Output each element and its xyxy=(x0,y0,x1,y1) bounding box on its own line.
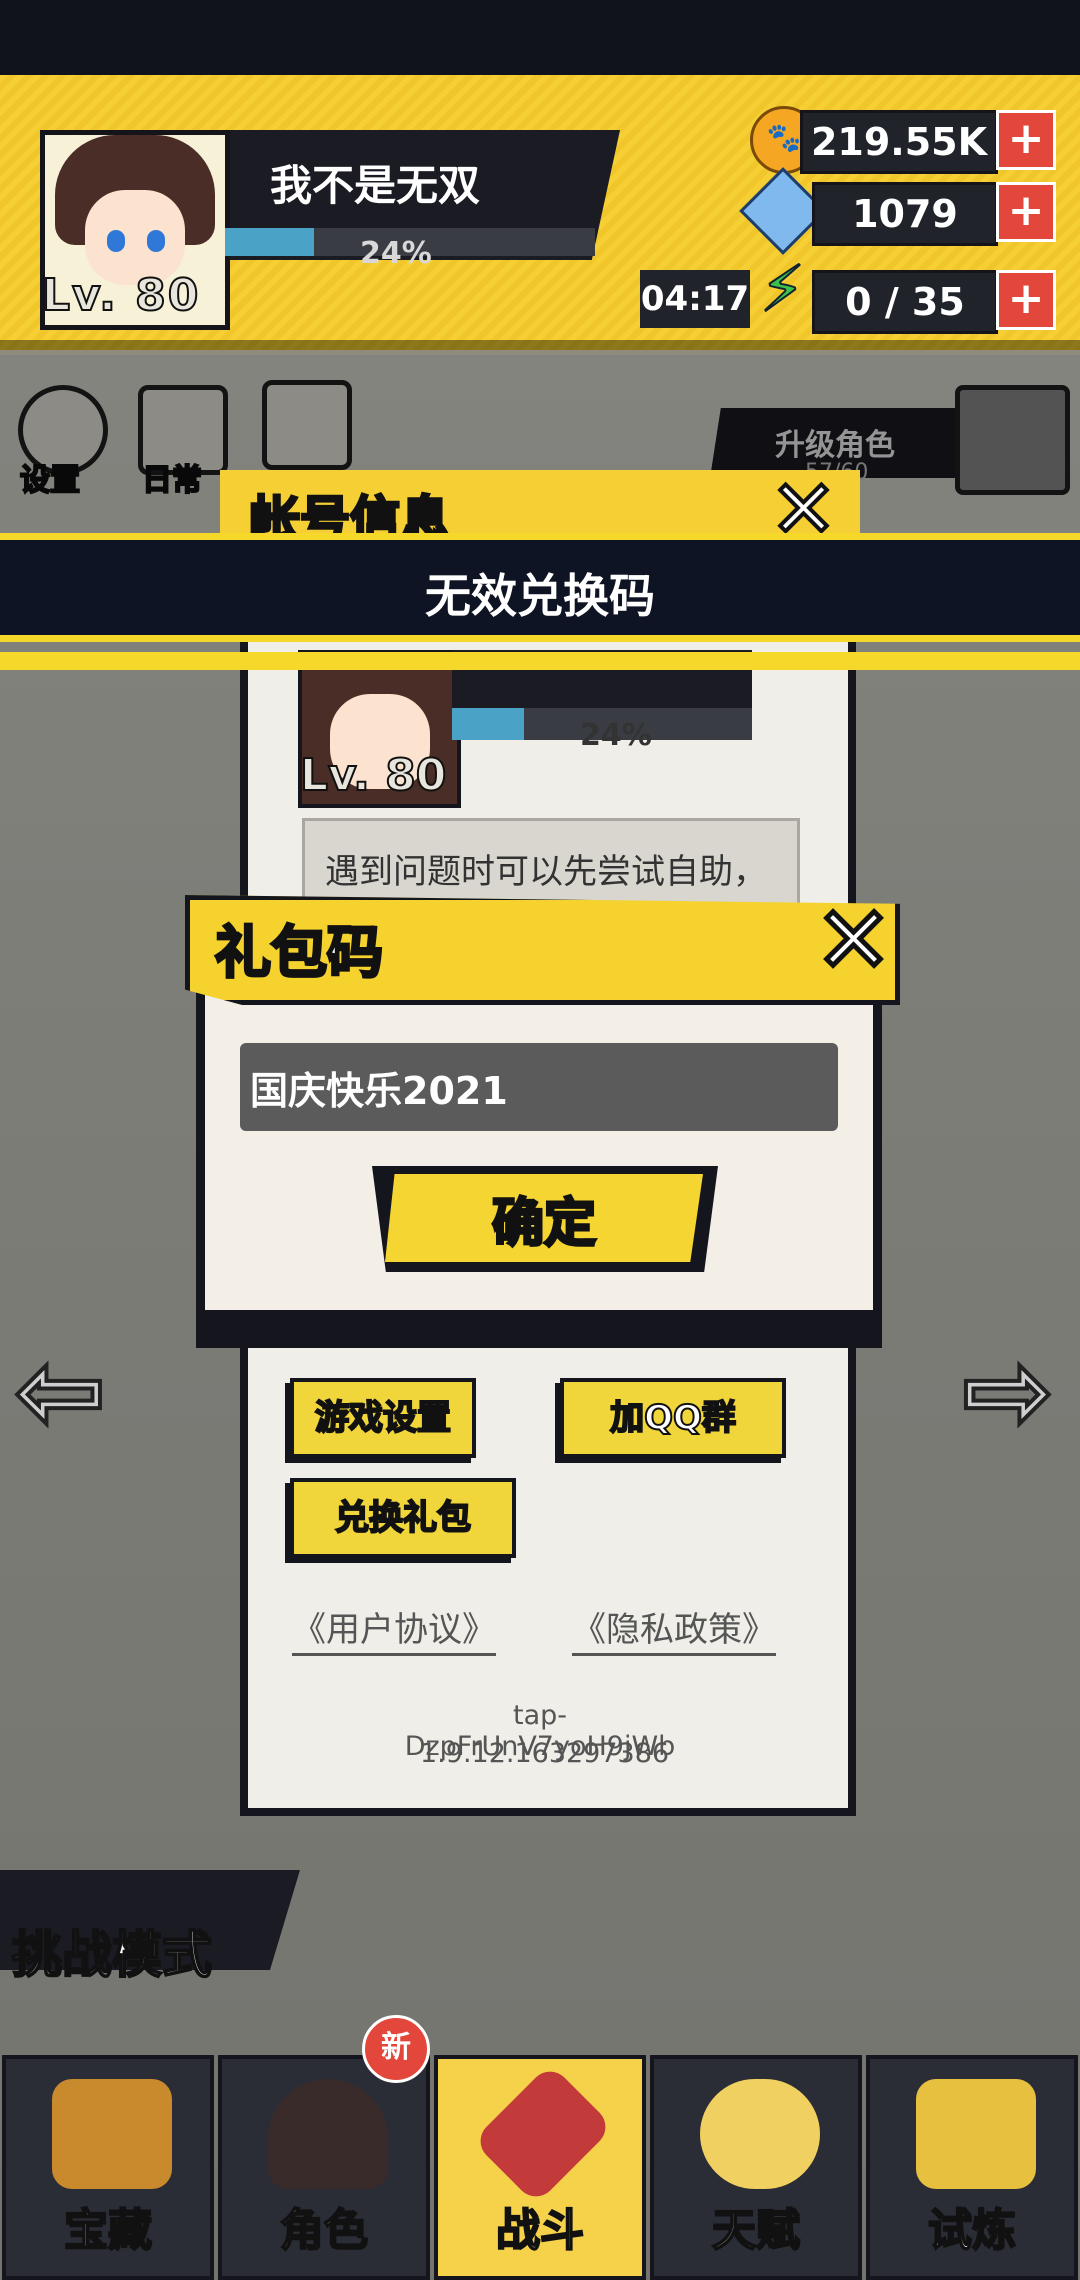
xp-percent: 24% xyxy=(360,236,432,271)
new-badge: 新 xyxy=(362,2015,430,2083)
stamina-value: 0 / 35 xyxy=(845,280,965,324)
nav-battle[interactable]: 战斗 xyxy=(434,2055,646,2280)
battle-swords-icon xyxy=(472,2063,614,2205)
gem-counter: 1079 xyxy=(812,182,998,246)
nav-battle-label: 战斗 xyxy=(495,2204,585,2257)
add-gem-button[interactable]: + xyxy=(996,182,1056,242)
nav-trial[interactable]: 试炼 xyxy=(866,2055,1078,2280)
account-level: Lv. 80 xyxy=(299,749,447,802)
nav-trial-label: 试炼 xyxy=(927,2204,1017,2257)
nav-treasure[interactable]: 宝藏 xyxy=(2,2055,214,2280)
account-xp-percent: 24% xyxy=(580,718,652,753)
game-settings-label: 游戏设置 xyxy=(314,1397,452,1439)
join-qq-group-label: 加QQ群 xyxy=(609,1397,737,1439)
confirm-label: 确定 xyxy=(490,1192,597,1255)
treasure-chest-icon xyxy=(52,2079,172,2189)
gift-code-input[interactable] xyxy=(240,1043,838,1131)
trial-emblem-icon xyxy=(916,2079,1036,2189)
toast-message: 无效兑换码 xyxy=(425,569,655,623)
add-stamina-button[interactable]: + xyxy=(996,270,1056,330)
nav-character[interactable]: 角色 xyxy=(218,2055,430,2280)
nav-talent-label: 天赋 xyxy=(711,2204,801,2257)
gem-value: 1079 xyxy=(852,192,958,236)
gift-dialog-close-icon[interactable]: ✕ xyxy=(812,892,894,989)
toast-stripe-bottom xyxy=(0,652,1080,670)
confirm-button[interactable]: 确定 xyxy=(385,1174,703,1262)
privacy-policy-link[interactable]: 《隐私政策》 xyxy=(572,1602,776,1656)
player-name: 我不是无双 xyxy=(270,161,481,210)
xp-bar-fill xyxy=(225,228,314,256)
join-qq-group-button[interactable]: 加QQ群 xyxy=(560,1378,786,1458)
nav-character-label: 角色 xyxy=(279,2204,369,2257)
add-gold-button[interactable]: + xyxy=(996,110,1056,170)
account-xp-fill xyxy=(452,708,524,740)
nav-treasure-label: 宝藏 xyxy=(63,2204,153,2257)
redeem-gift-label: 兑换礼包 xyxy=(334,1497,472,1539)
nav-talent[interactable]: 天赋 xyxy=(650,2055,862,2280)
user-agreement-link[interactable]: 《用户协议》 xyxy=(292,1602,496,1656)
toast-stripe-top xyxy=(0,533,1080,540)
right-arrow-icon[interactable]: ⇨ xyxy=(960,1334,1056,1448)
gold-value: 219.55K xyxy=(810,120,988,164)
redeem-gift-button[interactable]: 兑换礼包 xyxy=(290,1478,516,1558)
game-settings-button[interactable]: 游戏设置 xyxy=(290,1378,476,1458)
gift-dialog-title: 礼包码 xyxy=(214,920,385,988)
player-level: Lv. 80 xyxy=(41,269,201,322)
toast-stripe-mid xyxy=(0,635,1080,642)
gold-counter: 219.55K xyxy=(800,110,998,174)
character-icon xyxy=(268,2079,388,2189)
app-version: 1.9.12.163297386 xyxy=(420,1738,670,1769)
stamina-counter: 0 / 35 xyxy=(812,270,998,334)
stamina-timer: 04:17 xyxy=(640,270,750,328)
stamina-bolt-icon: ⚡ xyxy=(759,253,806,327)
status-bar xyxy=(0,0,1080,75)
challenge-mode-label: 挑战模式 xyxy=(11,1925,213,1985)
left-arrow-icon[interactable]: ⇦ xyxy=(12,1334,108,1448)
talent-bulb-icon xyxy=(700,2079,820,2189)
